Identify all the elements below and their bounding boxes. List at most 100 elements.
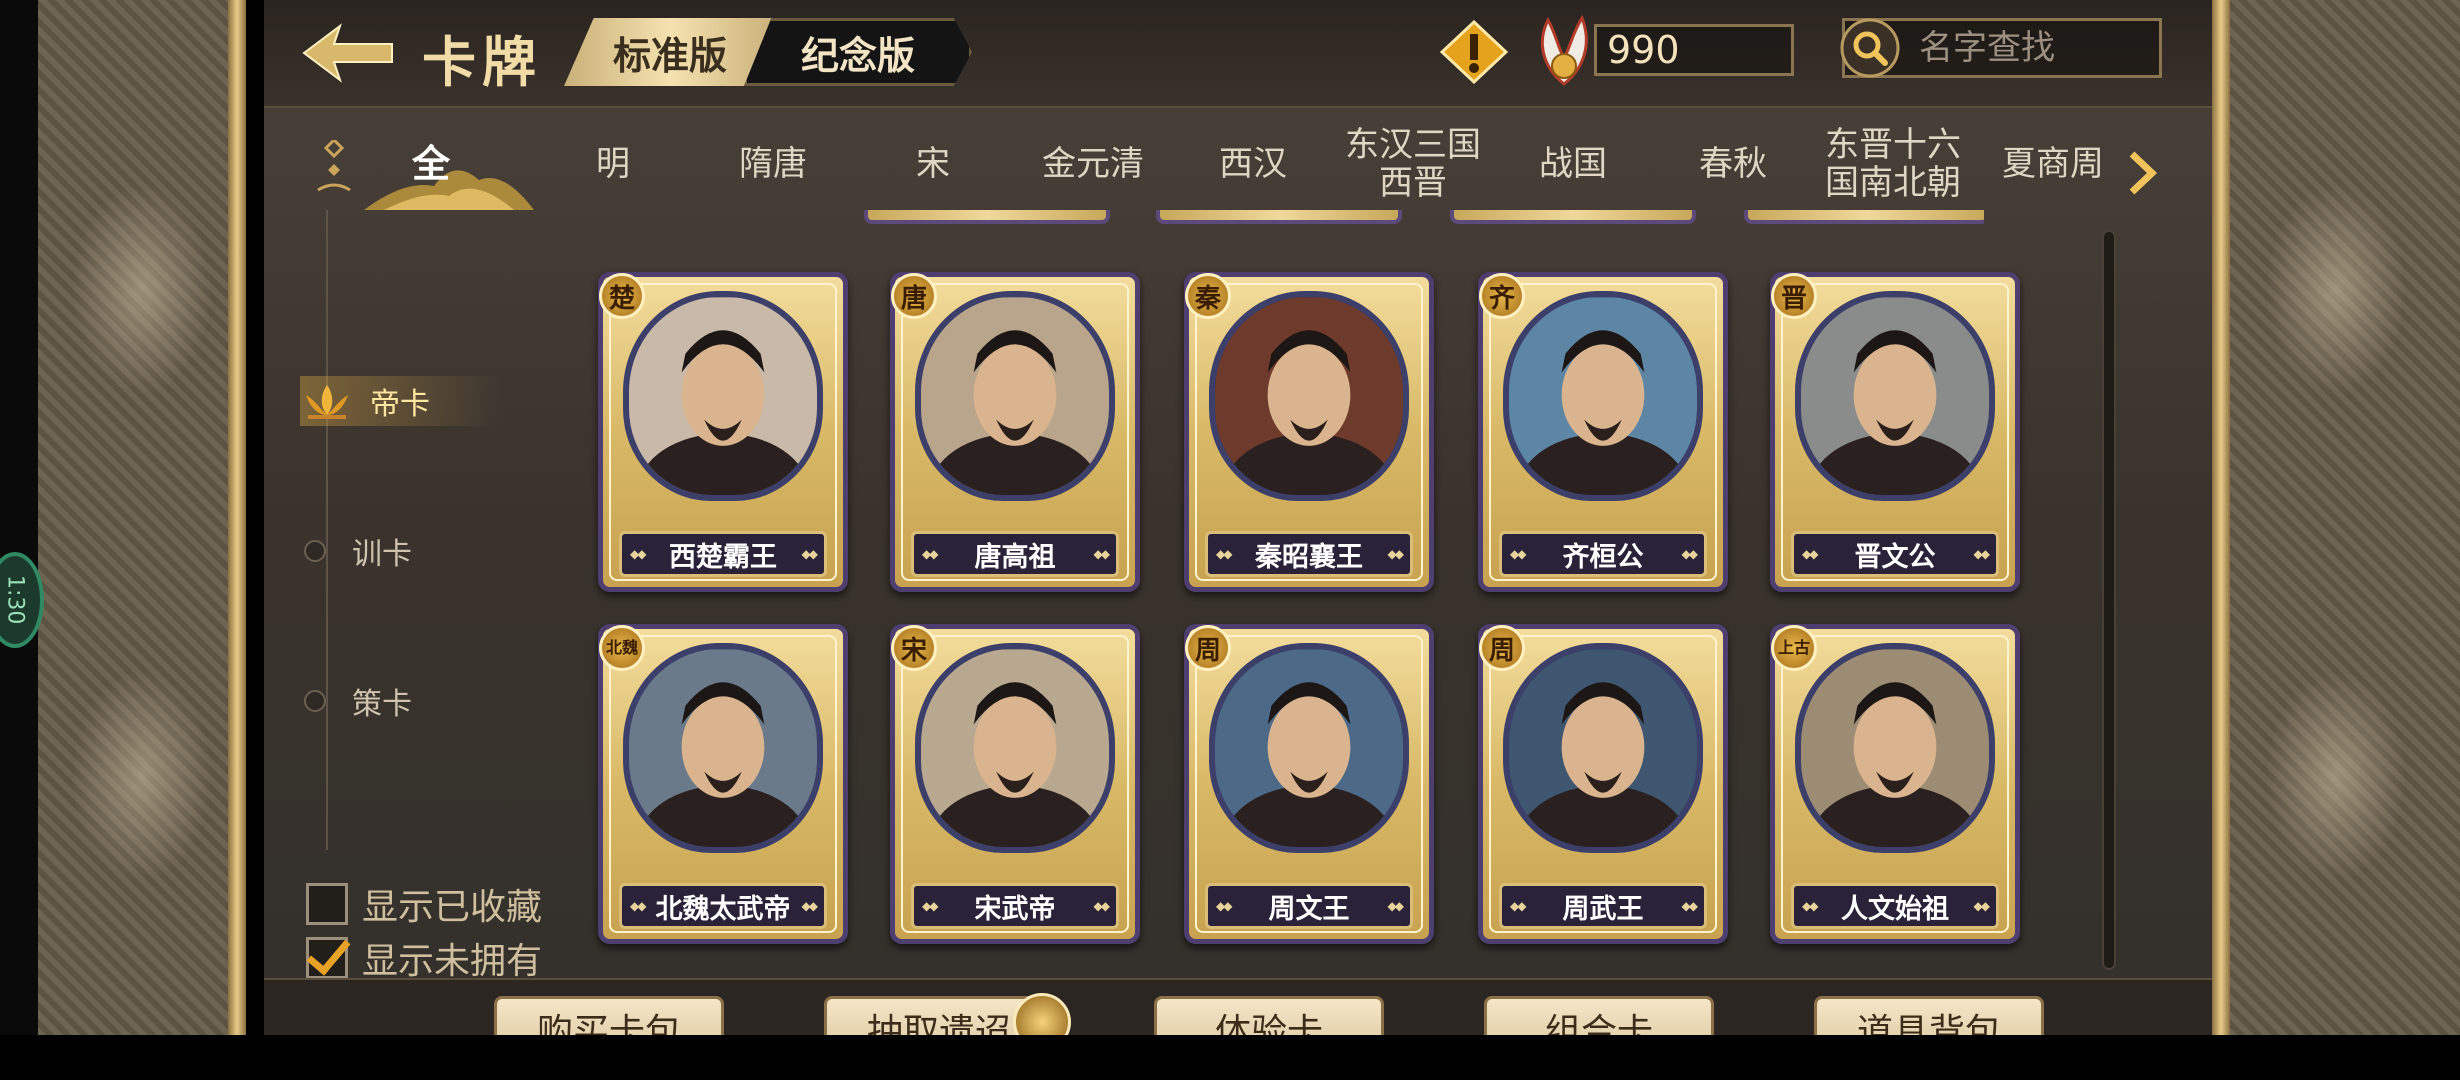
- search-input[interactable]: [1919, 21, 2159, 75]
- dynasty-badge: 唐: [891, 273, 937, 319]
- era-tab-donghan-sanguo-xijin[interactable]: 东汉三国 西晋: [1338, 124, 1488, 204]
- alert-icon[interactable]: [1440, 20, 1508, 84]
- era-tab-suitang[interactable]: 隋唐: [698, 124, 848, 204]
- category-training-cards[interactable]: 训卡: [304, 526, 412, 576]
- dynasty-badge: 上古: [1771, 625, 1817, 671]
- draw-relic-button[interactable]: 抽取遗迢: [824, 993, 1071, 1035]
- right-dragon-panel: [2212, 0, 2460, 1035]
- emperor-card[interactable]: 齐齐桓公: [1478, 272, 1728, 592]
- button-label: 抽取遗迢: [866, 1012, 1011, 1035]
- filter-show-unowned[interactable]: 显示未拥有: [306, 932, 542, 984]
- relic-icon: [1013, 993, 1071, 1035]
- portrait-frame: [1503, 643, 1703, 853]
- search-icon[interactable]: [1837, 15, 1903, 81]
- dynasty-badge: 晋: [1771, 273, 1817, 319]
- dynasty-badge: 周: [1185, 625, 1231, 671]
- portrait-image: [1215, 297, 1403, 495]
- dynasty-badge: 秦: [1185, 273, 1231, 319]
- category-emperor-cards[interactable]: 帝卡: [300, 376, 500, 426]
- card-name: 秦昭襄王: [1205, 531, 1413, 577]
- top-bar: 卡牌 标准版 纪念版 990: [264, 0, 2212, 108]
- dynasty-badge: 北魏: [599, 625, 645, 671]
- currency-amount: 990: [1594, 24, 1794, 76]
- portrait-frame: [1503, 291, 1703, 501]
- portrait-frame: [623, 643, 823, 853]
- card-name: 唐高祖: [911, 531, 1119, 577]
- card-partial: [1156, 210, 1402, 224]
- emperor-card[interactable]: 周周文王: [1184, 624, 1434, 944]
- trial-card-button[interactable]: 体验卡: [1154, 996, 1384, 1035]
- portrait-image: [1801, 297, 1989, 495]
- era-tab-all[interactable]: 全: [356, 124, 506, 204]
- left-dragon-panel: [0, 0, 246, 1035]
- portrait-image: [1509, 649, 1697, 847]
- card-grid-scrollbar[interactable]: [2102, 230, 2116, 970]
- era-tab-ming[interactable]: 明: [538, 124, 688, 204]
- card-name: 晋文公: [1791, 531, 1999, 577]
- card-name: 齐桓公: [1499, 531, 1707, 577]
- category-label: 策卡: [352, 687, 412, 722]
- card-partial: [1450, 210, 1696, 224]
- portrait-frame: [915, 643, 1115, 853]
- tab-standard-version[interactable]: 标准版: [564, 18, 776, 86]
- era-tab-dongjin-nanbeichao[interactable]: 东晋十六 国南北朝: [1818, 124, 1968, 204]
- portrait-frame: [1209, 643, 1409, 853]
- era-deco-icon: [317, 140, 351, 192]
- portrait-image: [629, 297, 817, 495]
- emperor-card[interactable]: 宋宋武帝: [890, 624, 1140, 944]
- emperor-card[interactable]: 周周武王: [1478, 624, 1728, 944]
- era-tab-xiashangzhou[interactable]: 夏商周: [1978, 124, 2128, 204]
- portrait-image: [921, 649, 1109, 847]
- dynasty-badge: 楚: [599, 273, 645, 319]
- dynasty-badge: 齐: [1479, 273, 1525, 319]
- category-strategy-cards[interactable]: 策卡: [304, 676, 412, 726]
- filter-label: 显示已收藏: [362, 887, 543, 928]
- emperor-card[interactable]: 楚西楚霸王: [598, 272, 848, 592]
- rail-dot: [304, 690, 326, 712]
- bottom-action-bar: 购买卡包 抽取遗迢 体验卡 组合卡 道具背包: [264, 978, 2212, 1035]
- emperor-card[interactable]: 晋晋文公: [1770, 272, 2020, 592]
- era-tab-bar: 全 明 隋唐 宋 金元清 西汉 东汉三国 西晋 战国 春秋 东晋十六 国南北朝 …: [264, 110, 2212, 210]
- portrait-frame: [1795, 643, 1995, 853]
- collected-checkbox[interactable]: [306, 883, 348, 925]
- card-name: 周武王: [1499, 883, 1707, 929]
- portrait-frame: [915, 291, 1115, 501]
- era-tab-jinyuanqing[interactable]: 金元清: [1018, 124, 1168, 204]
- card-partial: [1744, 210, 1984, 224]
- portrait-frame: [1209, 291, 1409, 501]
- lotus-icon: [306, 385, 348, 419]
- item-bag-button[interactable]: 道具背包: [1814, 996, 2044, 1035]
- portrait-image: [1801, 649, 1989, 847]
- chevron-right-icon[interactable]: [2124, 148, 2160, 198]
- card-name: 周文王: [1205, 883, 1413, 929]
- card-collection-panel: 卡牌 标准版 纪念版 990 名字查找 全 明 隋唐 宋 金元清 西汉 东汉三国…: [264, 0, 2212, 1035]
- search-box[interactable]: [1840, 18, 2162, 78]
- card-name: 宋武帝: [911, 883, 1119, 929]
- combo-card-button[interactable]: 组合卡: [1484, 996, 1714, 1035]
- card-name: 人文始祖: [1791, 883, 1999, 929]
- era-tab-chunqiu[interactable]: 春秋: [1658, 124, 1808, 204]
- card-name: 北魏太武帝: [619, 883, 827, 929]
- portrait-image: [921, 297, 1109, 495]
- dynasty-badge: 宋: [891, 625, 937, 671]
- filter-show-collected[interactable]: 显示已收藏: [306, 878, 542, 930]
- portrait-image: [629, 649, 817, 847]
- era-tab-zhanguo[interactable]: 战国: [1498, 124, 1648, 204]
- back-arrow-icon[interactable]: [300, 20, 396, 86]
- emperor-card[interactable]: 上古人文始祖: [1770, 624, 2020, 944]
- dynasty-badge: 周: [1479, 625, 1525, 671]
- category-label: 帝卡: [370, 387, 430, 422]
- emperor-card[interactable]: 唐唐高祖: [890, 272, 1140, 592]
- unowned-checkbox[interactable]: [306, 937, 348, 979]
- rail-dot: [304, 540, 326, 562]
- tab-memorial-version[interactable]: 纪念版: [744, 18, 972, 86]
- era-tab-song[interactable]: 宋: [858, 124, 1008, 204]
- filter-label: 显示未拥有: [362, 941, 543, 982]
- card-name: 西楚霸王: [619, 531, 827, 577]
- portrait-frame: [623, 291, 823, 501]
- portrait-image: [1215, 649, 1403, 847]
- era-tab-xihan[interactable]: 西汉: [1178, 124, 1328, 204]
- emperor-card[interactable]: 秦秦昭襄王: [1184, 272, 1434, 592]
- buy-card-pack-button[interactable]: 购买卡包: [494, 996, 724, 1035]
- emperor-card[interactable]: 北魏北魏太武帝: [598, 624, 848, 944]
